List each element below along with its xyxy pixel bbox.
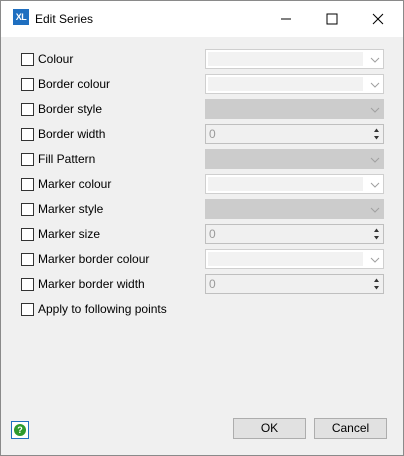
ok-button[interactable]: OK xyxy=(233,418,306,439)
marker-border-width-spinbox[interactable]: 0 xyxy=(205,274,384,294)
border-width-label: Border width xyxy=(38,127,106,141)
colour-label: Colour xyxy=(38,52,74,66)
maximize-icon xyxy=(326,13,338,25)
marker-style-combobox[interactable] xyxy=(205,199,384,219)
chevron-down-icon xyxy=(370,57,380,63)
marker-size-value: 0 xyxy=(209,227,216,241)
close-button[interactable] xyxy=(355,1,401,37)
app-logo-icon: XL xyxy=(13,9,29,25)
colour-combobox[interactable] xyxy=(205,49,384,69)
help-icon: ? xyxy=(14,424,26,436)
border-width-spinbox[interactable]: 0 xyxy=(205,124,384,144)
cancel-button[interactable]: Cancel xyxy=(314,418,387,439)
chevron-down-icon xyxy=(370,182,380,188)
colour-checkbox[interactable] xyxy=(21,53,34,66)
marker-colour-label: Marker colour xyxy=(38,177,112,191)
spin-up-icon[interactable] xyxy=(371,226,382,234)
marker-border-colour-combobox[interactable] xyxy=(205,249,384,269)
border-style-label: Border style xyxy=(38,102,103,116)
spin-down-icon[interactable] xyxy=(371,234,382,242)
chevron-down-icon xyxy=(370,257,380,263)
minimize-icon xyxy=(281,18,291,20)
marker-style-label: Marker style xyxy=(38,202,104,216)
marker-size-checkbox[interactable] xyxy=(21,228,34,241)
marker-border-width-checkbox[interactable] xyxy=(21,278,34,291)
apply-following-points-checkbox[interactable] xyxy=(21,303,34,316)
help-button[interactable]: ? xyxy=(11,421,29,439)
border-style-combobox[interactable] xyxy=(205,99,384,119)
marker-border-colour-label: Marker border colour xyxy=(38,252,150,266)
marker-border-width-label: Marker border width xyxy=(38,277,145,291)
marker-size-label: Marker size xyxy=(38,227,101,241)
spin-down-icon[interactable] xyxy=(371,134,382,142)
chevron-down-icon xyxy=(370,207,380,213)
fill-pattern-checkbox[interactable] xyxy=(21,153,34,166)
chevron-down-icon xyxy=(370,82,380,88)
spin-up-icon[interactable] xyxy=(371,126,382,134)
chevron-down-icon xyxy=(370,107,380,113)
minimize-button[interactable] xyxy=(263,1,309,37)
fill-pattern-combobox[interactable] xyxy=(205,149,384,169)
border-colour-checkbox[interactable] xyxy=(21,78,34,91)
marker-size-spinbox[interactable]: 0 xyxy=(205,224,384,244)
border-colour-label: Border colour xyxy=(38,77,111,91)
border-width-value: 0 xyxy=(209,127,216,141)
border-colour-combobox[interactable] xyxy=(205,74,384,94)
border-width-checkbox[interactable] xyxy=(21,128,34,141)
chevron-down-icon xyxy=(370,157,380,163)
edit-series-dialog: XL Edit Series Colour Border colour Bord… xyxy=(0,0,404,456)
close-icon xyxy=(372,13,384,25)
marker-colour-combobox[interactable] xyxy=(205,174,384,194)
title-bar: XL Edit Series xyxy=(1,1,403,37)
spin-up-icon[interactable] xyxy=(371,276,382,284)
window-title: Edit Series xyxy=(35,12,94,26)
border-style-checkbox[interactable] xyxy=(21,103,34,116)
maximize-button[interactable] xyxy=(309,1,355,37)
marker-border-width-value: 0 xyxy=(209,277,216,291)
apply-following-points-label: Apply to following points xyxy=(38,302,167,316)
marker-border-colour-checkbox[interactable] xyxy=(21,253,34,266)
marker-colour-checkbox[interactable] xyxy=(21,178,34,191)
spin-down-icon[interactable] xyxy=(371,284,382,292)
marker-style-checkbox[interactable] xyxy=(21,203,34,216)
fill-pattern-label: Fill Pattern xyxy=(38,152,96,166)
